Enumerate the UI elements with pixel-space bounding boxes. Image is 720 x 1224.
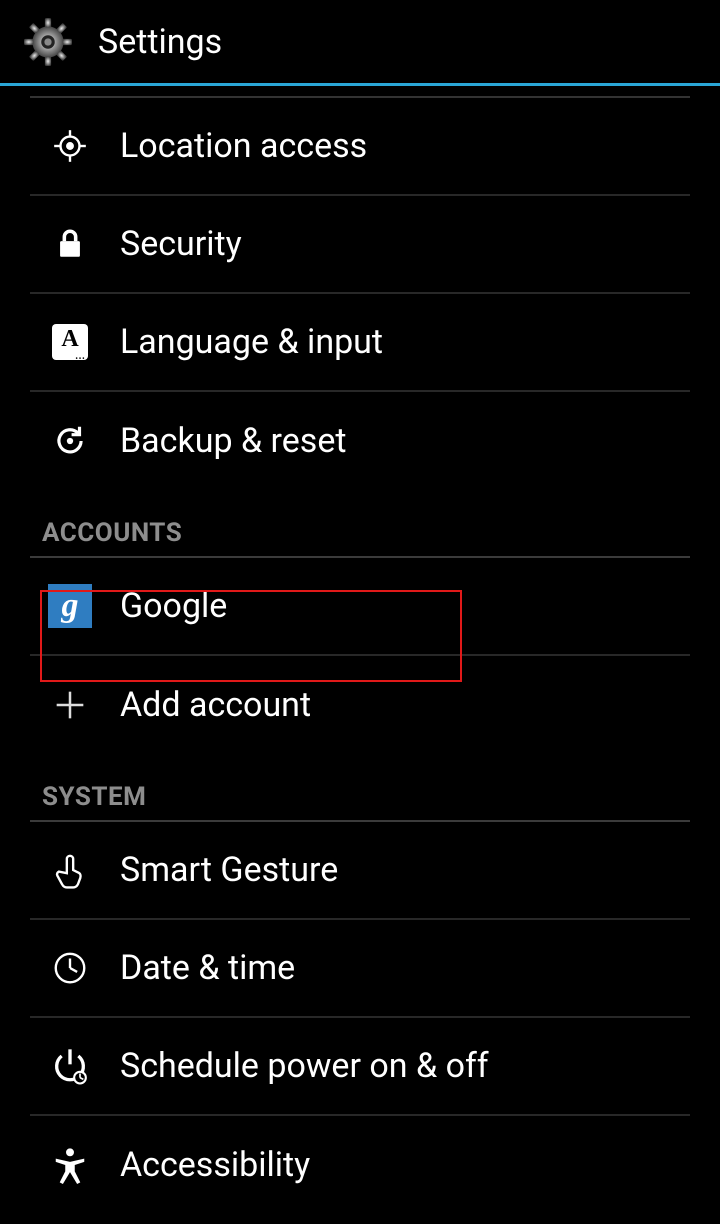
settings-gear-icon [22, 16, 74, 68]
security-item[interactable]: Security [30, 196, 690, 294]
smart-gesture-item[interactable]: Smart Gesture [30, 822, 690, 920]
item-label: Google [120, 586, 227, 626]
backup-reset-item[interactable]: Backup & reset [30, 392, 690, 490]
settings-list-personal: Location access Security A Language & in… [0, 98, 720, 490]
schedule-power-item[interactable]: Schedule power on & off [30, 1018, 690, 1116]
item-label: Schedule power on & off [120, 1046, 489, 1086]
clock-icon [48, 946, 92, 990]
item-label: Accessibility [120, 1145, 310, 1185]
date-time-item[interactable]: Date & time [30, 920, 690, 1018]
item-label: Language & input [120, 322, 383, 362]
location-access-item[interactable]: Location access [30, 98, 690, 196]
page-title: Settings [98, 22, 222, 62]
item-label: Date & time [120, 948, 295, 988]
backup-icon [48, 419, 92, 463]
plus-icon [48, 683, 92, 727]
location-icon [48, 124, 92, 168]
add-account-item[interactable]: Add account [30, 656, 690, 754]
language-input-item[interactable]: A Language & input [30, 294, 690, 392]
schedule-power-icon [48, 1044, 92, 1088]
lock-icon [48, 222, 92, 266]
item-label: Security [120, 224, 242, 264]
settings-list-accounts: g Google Add account [0, 558, 720, 754]
google-account-item[interactable]: g Google [30, 558, 690, 656]
accessibility-item[interactable]: Accessibility [30, 1116, 690, 1214]
item-label: Smart Gesture [120, 850, 338, 890]
settings-content: Location access Security A Language & in… [0, 86, 720, 1214]
section-header-accounts: ACCOUNTS [30, 490, 690, 558]
settings-list-system: Smart Gesture Date & time [0, 822, 720, 1214]
google-icon: g [48, 584, 92, 628]
app-header: Settings [0, 0, 720, 86]
item-label: Location access [120, 126, 367, 166]
accessibility-icon [48, 1143, 92, 1187]
section-header-system: SYSTEM [30, 754, 690, 822]
item-label: Backup & reset [120, 421, 347, 461]
gesture-icon [48, 848, 92, 892]
item-label: Add account [120, 685, 311, 725]
language-icon: A [48, 320, 92, 364]
